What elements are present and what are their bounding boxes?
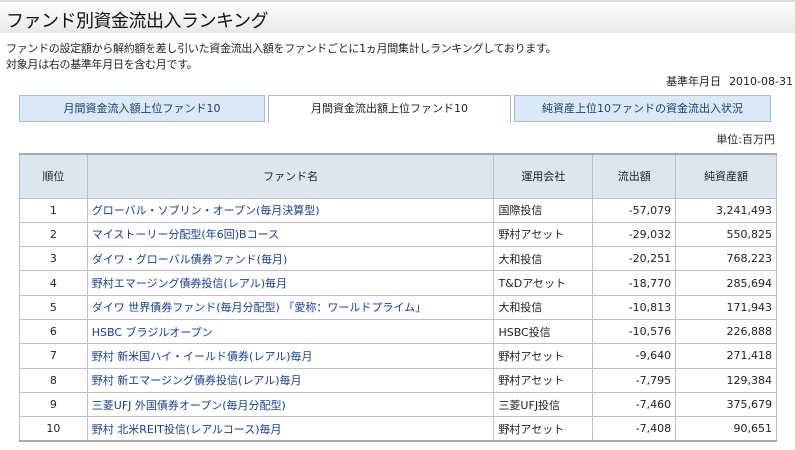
page-title: ファンド別資金流出入ランキング <box>6 11 268 32</box>
cell-rank: 7 <box>19 343 88 369</box>
fund-link[interactable]: ダイワ 世界債券ファンド(毎月分配型) 「愛称：ワールドプライム」 <box>92 301 426 314</box>
cell-outflow: -7,408 <box>592 416 677 442</box>
cell-net-assets: 375,679 <box>675 391 777 418</box>
cell-rank: 5 <box>19 294 88 320</box>
fund-link[interactable]: ダイワ・グローバル債券ファンド(毎月) <box>92 253 287 266</box>
cell-fund-name: ダイワ・グローバル債券ファンド(毎月) <box>86 246 495 272</box>
cell-company: T&Dアセット <box>493 270 594 296</box>
cell-rank: 3 <box>19 246 88 272</box>
cell-company: 野村アセット <box>493 221 594 248</box>
fund-link[interactable]: 三菱UFJ 外国債券オープン(毎月分配型) <box>92 399 286 412</box>
cell-net-assets: 285,694 <box>675 270 777 296</box>
cell-fund-name: 野村エマージング債券投信(レアル)毎月 <box>86 270 495 296</box>
cell-rank: 9 <box>19 391 88 418</box>
table-row: 8 野村 新エマージング債券投信(レアル)毎月 野村アセット -7,795 129,38… <box>19 367 777 393</box>
cell-outflow: -29,032 <box>592 221 677 248</box>
table-row: 4 野村エマージング債券投信(レアル)毎月 T&Dアセット -18,770 285,69… <box>19 270 777 296</box>
description-line: ファンドの設定額から解約額を差し引いた資金流出入額をファンドごとに1ヵ月間集計し… <box>6 42 557 55</box>
cell-company: 国際投信 <box>493 197 594 223</box>
cell-outflow: -9,640 <box>592 343 677 369</box>
tab-net-assets-top10-flows[interactable]: 純資産上位10ファンドの資金流出入状況 <box>514 95 771 122</box>
cell-company: 野村アセット <box>493 367 594 393</box>
cell-outflow: -20,251 <box>592 246 677 272</box>
cell-fund-name: マイストーリー分配型(年6回)Bコース <box>86 221 495 248</box>
cell-company: 野村アセット <box>493 343 594 369</box>
cell-company: 三菱UFJ投信 <box>493 391 594 418</box>
cell-outflow: -57,079 <box>592 197 677 223</box>
tab-bar: 月間資金流入額上位ファンド10 月間資金流出額上位ファンド10 純資産上位10フ… <box>19 95 777 123</box>
cell-net-assets: 550,825 <box>675 221 777 248</box>
col-rank: 順位 <box>19 153 88 199</box>
cell-fund-name: 野村 北米REIT投信(レアルコース)毎月 <box>86 416 495 442</box>
cell-outflow: -7,795 <box>592 367 677 393</box>
unit-label: 単位:百万円 <box>716 133 775 146</box>
fund-link[interactable]: 野村 新エマージング債券投信(レアル)毎月 <box>92 374 302 387</box>
fund-link[interactable]: 野村 新米国ハイ・イールド債券(レアル)毎月 <box>92 350 313 363</box>
col-outflow: 流出額 <box>592 153 677 199</box>
cell-company: 野村アセット <box>493 416 594 442</box>
col-fund-name: ファンド名 <box>86 153 495 199</box>
cell-rank: 6 <box>19 318 88 345</box>
description-line: 対象月は右の基準年月日を含む月です。 <box>6 58 198 71</box>
cell-company: HSBC投信 <box>493 318 594 345</box>
cell-rank: 8 <box>19 367 88 393</box>
cell-outflow: -18,770 <box>592 270 677 296</box>
fund-link[interactable]: HSBC ブラジルオープン <box>92 326 213 339</box>
cell-net-assets: 171,943 <box>675 294 777 320</box>
cell-company: 大和投信 <box>493 246 594 272</box>
table-row: 6 HSBC ブラジルオープン HSBC投信 -10,576 226,888 <box>19 318 777 345</box>
cell-fund-name: グローバル・ソブリン・オープン(毎月決算型) <box>86 197 495 223</box>
fund-link[interactable]: 野村エマージング債券投信(レアル)毎月 <box>92 277 287 290</box>
cell-fund-name: 野村 新エマージング債券投信(レアル)毎月 <box>86 367 495 393</box>
tab-monthly-inflow-top10[interactable]: 月間資金流入額上位ファンド10 <box>19 95 265 122</box>
table-row: 2 マイストーリー分配型(年6回)Bコース 野村アセット -29,032 550,825 <box>19 221 777 248</box>
cell-net-assets: 271,418 <box>675 343 777 369</box>
fund-link[interactable]: グローバル・ソブリン・オープン(毎月決算型) <box>92 204 320 217</box>
cell-fund-name: HSBC ブラジルオープン <box>86 318 495 345</box>
cell-net-assets: 3,241,493 <box>675 197 777 223</box>
base-date-value: 2010-08-31 <box>729 75 793 88</box>
cell-rank: 2 <box>19 221 88 248</box>
cell-net-assets: 90,651 <box>675 416 777 442</box>
table-row: 3 ダイワ・グローバル債券ファンド(毎月) 大和投信 -20,251 768,223 <box>19 246 777 272</box>
table-header: 順位 ファンド名 運用会社 流出額 純資産額 <box>19 153 777 199</box>
title-bar: ファンド別資金流出入ランキング <box>0 0 795 33</box>
col-net-assets: 純資産額 <box>675 153 777 199</box>
cell-net-assets: 226,888 <box>675 318 777 345</box>
cell-net-assets: 129,384 <box>675 367 777 393</box>
table-row: 10 野村 北米REIT投信(レアルコース)毎月 野村アセット -7,408 90,65… <box>19 416 777 442</box>
cell-rank: 4 <box>19 270 88 296</box>
cell-outflow: -10,813 <box>592 294 677 320</box>
base-date: 基準年月日 2010-08-31 <box>658 73 793 89</box>
cell-outflow: -10,576 <box>592 318 677 345</box>
tab-monthly-outflow-top10[interactable]: 月間資金流出額上位ファンド10 <box>268 95 511 123</box>
table-row: 1 グローバル・ソブリン・オープン(毎月決算型) 国際投信 -57,079 3,241,… <box>19 197 777 223</box>
cell-rank: 10 <box>19 416 88 442</box>
cell-outflow: -7,460 <box>592 391 677 418</box>
table-row: 5 ダイワ 世界債券ファンド(毎月分配型) 「愛称：ワールドプライム」 大和投信 -1… <box>19 294 777 320</box>
cell-fund-name: ダイワ 世界債券ファンド(毎月分配型) 「愛称：ワールドプライム」 <box>86 294 495 320</box>
cell-net-assets: 768,223 <box>675 246 777 272</box>
table-row: 9 三菱UFJ 外国債券オープン(毎月分配型) 三菱UFJ投信 -7,460 375,6… <box>19 391 777 418</box>
fund-link[interactable]: 野村 北米REIT投信(レアルコース)毎月 <box>92 423 282 436</box>
cell-fund-name: 三菱UFJ 外国債券オープン(毎月分配型) <box>86 391 495 418</box>
cell-company: 大和投信 <box>493 294 594 320</box>
description: ファンドの設定額から解約額を差し引いた資金流出入額をファンドごとに1ヵ月間集計し… <box>6 41 557 73</box>
table-row: 7 野村 新米国ハイ・イールド債券(レアル)毎月 野村アセット -9,640 271,4… <box>19 343 777 369</box>
cell-fund-name: 野村 新米国ハイ・イールド債券(レアル)毎月 <box>86 343 495 369</box>
fund-link[interactable]: マイストーリー分配型(年6回)Bコース <box>92 228 279 241</box>
base-date-label: 基準年月日 <box>666 75 722 88</box>
ranking-table: 順位 ファンド名 運用会社 流出額 純資産額 1 グローバル・ソブリン・オープン(… <box>19 153 777 442</box>
cell-rank: 1 <box>19 197 88 223</box>
col-company: 運用会社 <box>493 153 594 199</box>
